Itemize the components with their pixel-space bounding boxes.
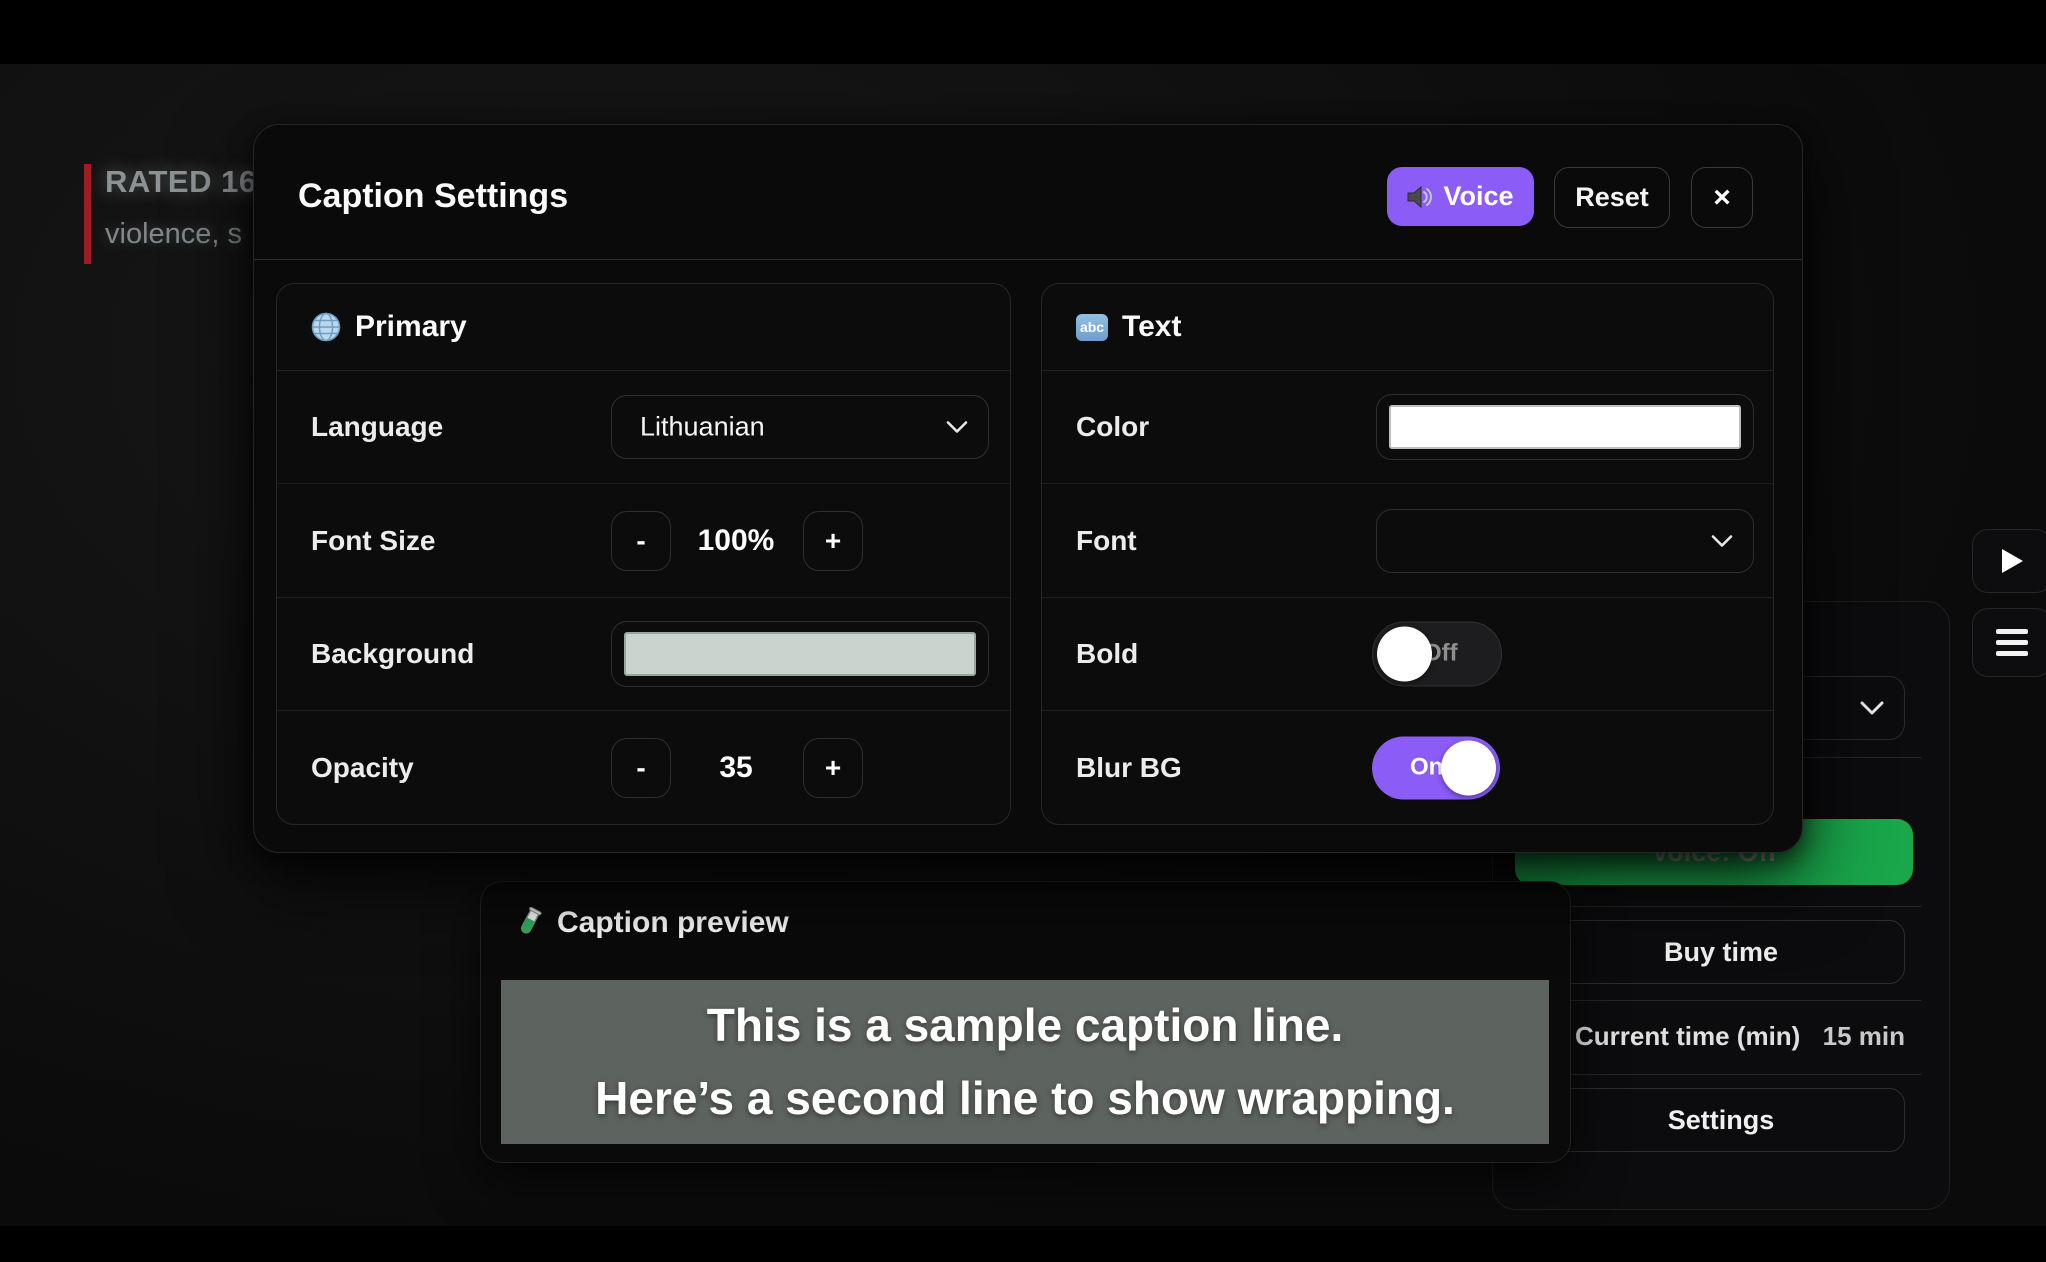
blur-bg-toggle[interactable]: On: [1372, 736, 1500, 799]
divider: [1521, 1000, 1921, 1001]
primary-panel-title: Primary: [355, 310, 467, 344]
text-settings-panel: abc Text Color Font Bold Off: [1041, 283, 1774, 825]
font-size-increase-button[interactable]: +: [803, 511, 863, 571]
caption-settings-modal: Caption Settings Voice Reset × Primary: [253, 124, 1803, 853]
blur-bg-label: Blur BG: [1076, 752, 1182, 784]
current-time-label: Current time (min): [1575, 1021, 1800, 1052]
opacity-row: Opacity - 35 +: [277, 711, 1010, 824]
opacity-label: Opacity: [311, 752, 414, 784]
font-size-value: 100%: [669, 524, 803, 558]
chevron-down-icon: [946, 420, 968, 433]
settings-button[interactable]: Settings: [1537, 1088, 1905, 1152]
menu-button[interactable]: [1972, 608, 2046, 677]
buy-time-button[interactable]: Buy time: [1537, 920, 1905, 984]
test-tube-icon: [515, 907, 543, 939]
text-color-swatch: [1389, 405, 1741, 449]
bold-row: Bold Off: [1042, 597, 1773, 711]
voice-button-label: Voice: [1443, 181, 1513, 212]
language-row: Language Lithuanian: [277, 370, 1010, 484]
current-time-value: 15 min: [1823, 1021, 1905, 1052]
current-time-row: Current time (min) 15 min: [1537, 1009, 1905, 1063]
blur-bg-toggle-state: On: [1410, 754, 1443, 782]
bold-toggle[interactable]: Off: [1372, 621, 1502, 686]
caption-line-1: This is a sample caption line.: [707, 989, 1344, 1062]
preview-panel-title: Caption preview: [557, 906, 789, 940]
language-label: Language: [311, 411, 443, 443]
primary-settings-panel: Primary Language Lithuanian Font Size - …: [276, 283, 1011, 825]
background-label: Background: [311, 638, 474, 670]
font-size-label: Font Size: [311, 525, 435, 557]
caption-line-2: Here’s a second line to show wrapping.: [595, 1062, 1455, 1135]
rating-title: RATED 16: [105, 164, 257, 200]
caption-preview-panel: Caption preview This is a sample caption…: [480, 881, 1571, 1163]
voice-settings-button[interactable]: Voice: [1387, 167, 1534, 226]
menu-icon: [1996, 629, 2028, 634]
background-color-swatch: [624, 632, 976, 676]
divider: [1521, 906, 1921, 907]
text-color-picker[interactable]: [1376, 394, 1754, 460]
opacity-increase-button[interactable]: +: [803, 738, 863, 798]
rating-subtitle: violence, s: [105, 218, 242, 251]
bold-label: Bold: [1076, 638, 1138, 670]
font-select[interactable]: [1376, 509, 1754, 573]
font-label: Font: [1076, 525, 1137, 557]
modal-title: Caption Settings: [298, 177, 568, 216]
opacity-value: 35: [669, 751, 803, 785]
language-value: Lithuanian: [640, 411, 765, 442]
abc-icon: abc: [1076, 314, 1108, 341]
text-color-row: Color: [1042, 370, 1773, 484]
play-button[interactable]: [1972, 529, 2046, 593]
opacity-decrease-button[interactable]: -: [611, 738, 671, 798]
font-size-decrease-button[interactable]: -: [611, 511, 671, 571]
language-select[interactable]: Lithuanian: [611, 395, 989, 459]
blur-bg-row: Blur BG On: [1042, 711, 1773, 824]
close-button[interactable]: ×: [1691, 167, 1753, 228]
caption-sample-box: This is a sample caption line. Here’s a …: [501, 980, 1549, 1144]
reset-button[interactable]: Reset: [1554, 167, 1670, 228]
chevron-down-icon: [1711, 534, 1733, 547]
font-size-row: Font Size - 100% +: [277, 484, 1010, 598]
background-color-row: Background: [277, 597, 1010, 711]
speaker-icon: [1407, 185, 1433, 209]
toggle-knob: [1441, 740, 1496, 795]
chevron-down-icon: [1860, 701, 1884, 715]
globe-icon: [311, 312, 341, 342]
font-row: Font: [1042, 484, 1773, 598]
text-panel-title: Text: [1122, 310, 1181, 344]
play-icon: [2000, 548, 2024, 574]
toggle-knob: [1377, 626, 1432, 681]
background-color-picker[interactable]: [611, 621, 989, 687]
divider: [1521, 1074, 1921, 1075]
letterbox-top: [0, 0, 2046, 64]
divider: [254, 259, 1802, 260]
letterbox-bottom: [0, 1226, 2046, 1262]
color-label: Color: [1076, 411, 1149, 443]
rating-red-bar: [84, 164, 91, 264]
